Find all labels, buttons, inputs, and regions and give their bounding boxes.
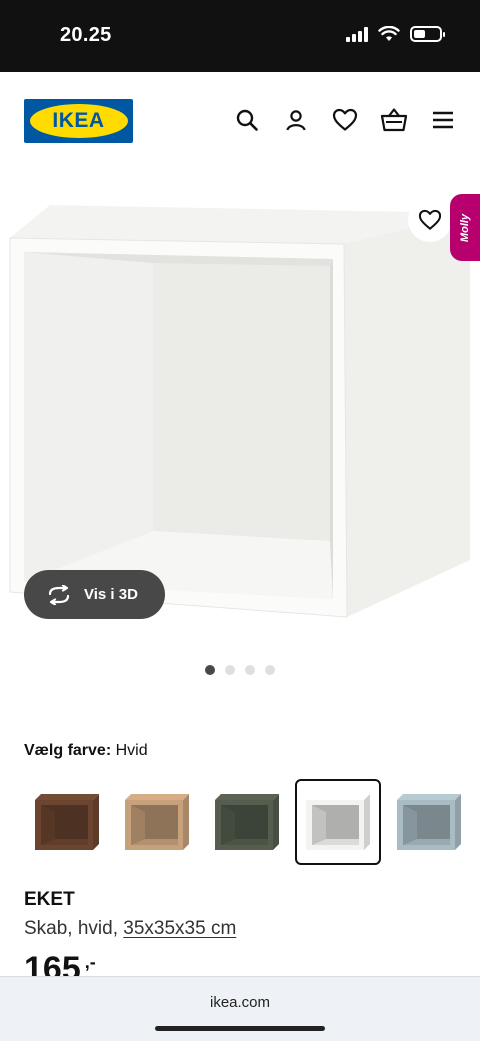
product-description-text: Skab, hvid,	[24, 918, 118, 939]
ikea-logo[interactable]: IKEA	[24, 99, 133, 143]
product-dimensions-link[interactable]: 35x35x35 cm	[123, 918, 236, 939]
home-indicator	[155, 1026, 325, 1031]
carousel-dot[interactable]	[225, 665, 235, 675]
view-in-3d-button[interactable]: Vis i 3D	[24, 570, 165, 619]
wifi-icon	[378, 26, 400, 41]
carousel-dot[interactable]	[245, 665, 255, 675]
swatch-dark-grey-green[interactable]	[204, 779, 290, 865]
color-label-value: Hvid	[115, 742, 148, 759]
swatch-light-grey-blue[interactable]	[386, 779, 472, 865]
account-icon[interactable]	[282, 106, 310, 134]
swatch-white-stained-oak[interactable]	[114, 779, 200, 865]
heart-icon[interactable]	[331, 106, 359, 134]
carousel-dot[interactable]	[265, 665, 275, 675]
view-in-3d-label: Vis i 3D	[84, 586, 138, 603]
swatch-white[interactable]	[295, 779, 381, 865]
color-label: Vælg farve: Hvid	[24, 742, 148, 760]
heart-icon	[418, 209, 442, 230]
url-text[interactable]: ikea.com	[0, 994, 480, 1011]
logo-text: IKEA	[52, 109, 105, 132]
basket-icon[interactable]	[380, 106, 408, 134]
status-icons	[346, 26, 445, 42]
product-name: EKET	[24, 889, 75, 910]
swatch-walnut[interactable]	[24, 779, 110, 865]
molly-assistant-tab[interactable]: Molly	[450, 194, 480, 261]
carousel-dots[interactable]	[205, 665, 275, 675]
favorite-button[interactable]	[408, 198, 452, 242]
signal-icon	[346, 26, 368, 42]
site-header: IKEA	[0, 72, 480, 172]
price-suffix: ,-	[84, 951, 96, 972]
color-label-key: Vælg farve:	[24, 742, 112, 759]
status-time: 20.25	[60, 24, 112, 46]
status-bar: 20.25	[0, 0, 480, 72]
rotate-icon	[48, 584, 70, 605]
battery-icon	[410, 26, 445, 42]
molly-label: Molly	[459, 213, 471, 242]
search-icon[interactable]	[233, 106, 261, 134]
product-image[interactable]	[0, 190, 480, 630]
browser-address-bar[interactable]: ikea.com	[0, 976, 480, 1041]
product-description: Skab, hvid, 35x35x35 cm	[24, 918, 236, 940]
menu-icon[interactable]	[429, 106, 457, 134]
carousel-dot[interactable]	[205, 665, 215, 675]
